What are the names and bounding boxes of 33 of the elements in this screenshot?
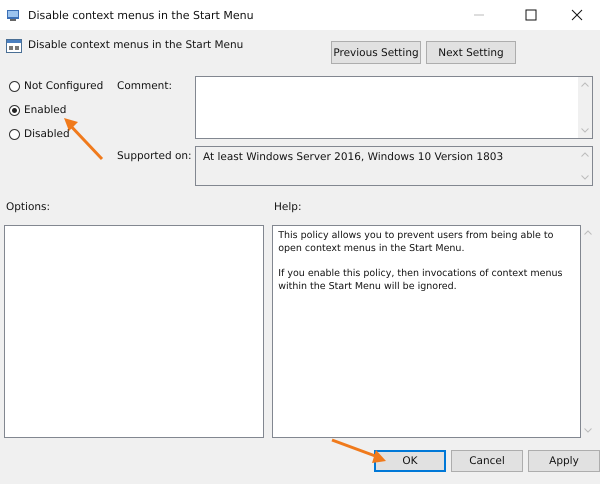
policy-icon <box>6 7 22 23</box>
supported-label: Supported on: <box>117 149 193 164</box>
dialog-button[interactable]: OK <box>374 450 446 472</box>
radio-button[interactable] <box>9 128 20 140</box>
radio-button[interactable] <box>9 80 20 92</box>
comment-field[interactable] <box>195 76 593 139</box>
radio-button[interactable] <box>9 104 20 116</box>
chevron-up-icon[interactable] <box>584 230 592 235</box>
chevron-down-icon[interactable] <box>581 175 589 180</box>
chevron-up-icon[interactable] <box>581 152 589 157</box>
scrollbar[interactable] <box>578 77 592 138</box>
nav-button[interactable]: Previous Setting <box>331 41 421 64</box>
nav-button[interactable]: Next Setting <box>426 41 516 64</box>
dialog-button[interactable]: Cancel <box>451 450 523 472</box>
annotation-arrow <box>330 437 388 465</box>
radio-label[interactable]: Enabled <box>24 104 66 116</box>
setting-icon <box>6 38 22 54</box>
radio-label[interactable]: Disabled <box>24 128 70 140</box>
options-label: Options: <box>6 201 52 213</box>
help-text: This policy allows you to prevent users from being able to open context menus in the Start Menu. <box>278 229 554 255</box>
help-label: Help: <box>274 201 302 213</box>
window-title: Disable context menus in the Start Menu <box>28 8 255 22</box>
chevron-down-icon[interactable] <box>584 428 592 433</box>
maximize-icon[interactable] <box>525 9 537 21</box>
chevron-down-icon[interactable] <box>581 128 589 133</box>
dialog-button[interactable]: Apply <box>528 450 600 472</box>
chevron-up-icon[interactable] <box>581 82 589 87</box>
setting-title: Disable context menus in the Start Menu <box>28 39 244 51</box>
comment-label: Comment: <box>117 79 173 94</box>
help-text: If you enable this policy, then invocations of context menus within the Start Menu will be ignored. <box>278 267 564 293</box>
radio-label[interactable]: Not Configured <box>24 80 104 92</box>
close-icon[interactable] <box>571 9 583 21</box>
supported-text: At least Windows Server 2016, Windows 10 Version 1803 <box>203 151 504 163</box>
